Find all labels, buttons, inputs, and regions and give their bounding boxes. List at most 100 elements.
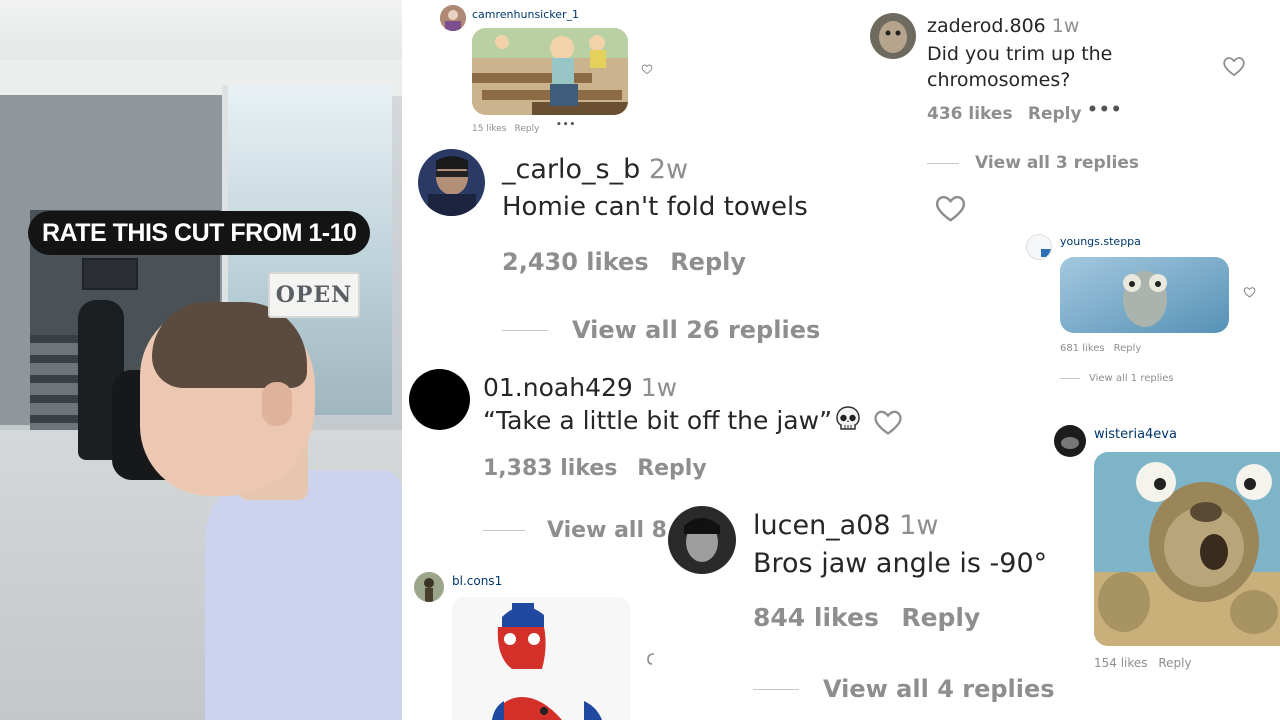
reply-button[interactable]: Reply: [1158, 656, 1191, 670]
comment-text: Bros jaw angle is -90°: [753, 548, 1048, 579]
avatar[interactable]: [1054, 425, 1086, 457]
divider-line: [1060, 378, 1080, 379]
username-row: zaderod.806 1w: [927, 15, 1079, 37]
avatar-image: [668, 506, 736, 574]
username[interactable]: zaderod.806: [927, 15, 1046, 37]
avatar-image: [1027, 235, 1051, 259]
like-count[interactable]: 1,383 likes: [483, 456, 617, 481]
username[interactable]: 01.noah429: [483, 373, 633, 402]
view-replies-label: View all 26 replies: [572, 316, 821, 344]
view-replies-button[interactable]: View all 26 replies: [502, 316, 820, 344]
username[interactable]: camrenhunsicker_1: [472, 8, 579, 21]
like-count[interactable]: 15 likes: [472, 124, 506, 134]
video-panel[interactable]: OPEN RATE THIS CUT FROM 1-10: [0, 0, 402, 720]
avatar[interactable]: [414, 572, 444, 602]
open-sign: OPEN: [268, 272, 360, 318]
skull-emoji-icon: [834, 405, 862, 439]
view-replies-button[interactable]: View all 8: [483, 518, 667, 543]
timestamp: 2w: [648, 154, 689, 185]
avatar-image: [414, 572, 444, 602]
like-count[interactable]: 436 likes: [927, 104, 1013, 124]
avatar[interactable]: [418, 149, 485, 216]
avatar[interactable]: [409, 369, 470, 430]
comment-meta: 436 likes Reply: [927, 104, 1082, 124]
avatar-image: [418, 149, 485, 216]
cartoon-gif-image: [472, 28, 628, 115]
divider-line: [502, 329, 548, 331]
username[interactable]: youngs.steppa: [1060, 235, 1141, 248]
username[interactable]: bl.cons1: [452, 574, 502, 588]
view-replies-label: View all 1 replies: [1089, 373, 1174, 384]
comment-text: Homie can't fold towels: [502, 192, 808, 222]
timestamp: 1w: [640, 373, 678, 402]
timestamp: 1w: [1051, 15, 1080, 37]
comment-meta: 681 likes Reply: [1060, 343, 1141, 354]
reply-button[interactable]: Reply: [1114, 343, 1142, 354]
view-replies-label: View all 8: [547, 518, 667, 543]
comment-meta: 844 likes Reply: [753, 603, 980, 632]
comment-meta: 154 likes Reply: [1094, 656, 1192, 670]
reply-button[interactable]: Reply: [670, 248, 746, 276]
like-heart-icon[interactable]: [1222, 55, 1246, 77]
username-row: 01.noah429 1w: [483, 373, 677, 402]
product-shelf: [30, 335, 78, 435]
comment-text-row: “Take a little bit off the jaw”: [483, 405, 862, 439]
comment-text: “Take a little bit off the jaw”: [483, 406, 833, 435]
caption-text: RATE THIS CUT FROM 1-10: [42, 218, 357, 247]
like-heart-icon[interactable]: [646, 652, 656, 666]
comment-text-line: chromosomes?: [927, 69, 1071, 91]
username[interactable]: wisteria4eva: [1094, 427, 1177, 442]
like-heart-icon[interactable]: [934, 193, 967, 223]
avatar-image: [440, 5, 466, 31]
comment-meta: 2,430 likes Reply: [502, 248, 746, 276]
reply-button[interactable]: Reply: [515, 124, 540, 134]
customer-ear: [262, 382, 292, 426]
view-replies-label: View all 4 replies: [823, 675, 1055, 703]
sid-gif-image: [1094, 452, 1280, 646]
sid-gif[interactable]: [1094, 452, 1280, 646]
sid-ice-gif-image: [1060, 257, 1229, 333]
like-count[interactable]: 681 likes: [1060, 343, 1105, 354]
comment-meta: 1,383 likes Reply: [483, 456, 707, 481]
caption-overlay: RATE THIS CUT FROM 1-10: [28, 211, 371, 255]
open-sign-text: OPEN: [275, 282, 353, 308]
wall-tv: [82, 258, 138, 290]
reply-button[interactable]: Reply: [1028, 104, 1082, 124]
comment-meta: 15 likes Reply: [472, 124, 539, 134]
like-heart-icon[interactable]: [1243, 286, 1256, 298]
avatar-image: [1054, 425, 1086, 457]
view-replies-label: View all 3 replies: [975, 153, 1140, 173]
divider-line: [753, 688, 799, 690]
spiderman-meme[interactable]: [452, 597, 630, 720]
view-replies-button[interactable]: View all 3 replies: [927, 153, 1139, 173]
reply-button[interactable]: Reply: [637, 456, 707, 481]
cartoon-gif[interactable]: [472, 28, 628, 115]
like-heart-icon[interactable]: [641, 63, 653, 75]
username-row: _carlo_s_b 2w: [502, 154, 688, 185]
avatar[interactable]: [870, 13, 916, 59]
username[interactable]: _carlo_s_b: [502, 154, 640, 185]
like-count[interactable]: 844 likes: [753, 603, 879, 632]
view-replies-button[interactable]: View all 4 replies: [753, 675, 1055, 703]
avatar[interactable]: [668, 506, 736, 574]
customer-shirt: [205, 470, 402, 720]
divider-line: [483, 530, 525, 531]
comment-text: Did you trim up the chromosomes?: [927, 41, 1112, 93]
reply-button[interactable]: Reply: [901, 603, 980, 632]
spiderman-meme-image: [452, 597, 630, 720]
avatar[interactable]: [440, 5, 466, 31]
divider-line: [927, 162, 959, 164]
sid-ice-gif[interactable]: [1060, 257, 1229, 333]
comment-text-line: Did you trim up the: [927, 43, 1113, 65]
like-heart-icon[interactable]: [872, 408, 904, 436]
like-count[interactable]: 154 likes: [1094, 656, 1148, 670]
like-count[interactable]: 2,430 likes: [502, 248, 649, 276]
avatar[interactable]: [1026, 234, 1052, 260]
avatar-image: [870, 13, 916, 59]
username[interactable]: lucen_a08: [753, 510, 891, 541]
more-options-icon[interactable]: •••: [556, 120, 576, 130]
more-options-icon[interactable]: •••: [1087, 100, 1123, 120]
username-row: lucen_a08 1w: [753, 510, 938, 541]
timestamp: 1w: [899, 510, 939, 541]
view-replies-button[interactable]: View all 1 replies: [1060, 373, 1174, 384]
